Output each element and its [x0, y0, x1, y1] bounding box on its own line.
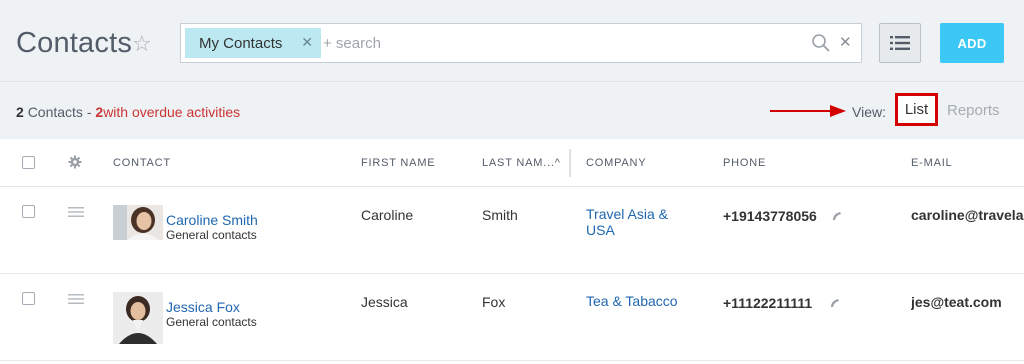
gear-icon[interactable]: [68, 155, 82, 169]
phone-cell[interactable]: +19143778056: [723, 208, 817, 224]
contact-type: General contacts: [166, 315, 257, 329]
table-row[interactable]: Caroline Smith General contacts Caroline…: [0, 187, 1024, 274]
row-menu-icon[interactable]: [68, 294, 84, 304]
last-name-cell: Fox: [482, 294, 506, 310]
column-header-company[interactable]: COMPANY: [586, 157, 646, 169]
email-cell[interactable]: jes@teat.com: [911, 294, 1024, 310]
phone-call-icon[interactable]: [830, 298, 840, 308]
column-header-contact[interactable]: CONTACT: [113, 157, 171, 169]
page-title: Contacts: [16, 27, 133, 59]
table-row[interactable]: Jessica Fox General contacts Jessica Fox…: [0, 274, 1024, 361]
overdue-label[interactable]: with overdue activities: [103, 104, 240, 120]
contact-name-link[interactable]: Caroline Smith: [166, 212, 258, 228]
star-icon[interactable]: ☆: [132, 31, 152, 57]
avatar[interactable]: [113, 205, 163, 240]
phone-cell[interactable]: +11122211111: [723, 295, 812, 311]
first-name-cell: Jessica: [361, 294, 408, 310]
column-header-first-name[interactable]: FIRST NAME: [361, 157, 435, 169]
row-checkbox[interactable]: [22, 292, 35, 305]
view-option-list[interactable]: List: [895, 93, 938, 126]
last-name-cell: Smith: [482, 207, 518, 223]
column-header-email[interactable]: E-MAIL: [911, 157, 952, 169]
column-resize-handle[interactable]: [569, 149, 571, 177]
row-checkbox[interactable]: [22, 205, 35, 218]
contacts-table: CONTACT FIRST NAME LAST NAM...^ COMPANY …: [0, 139, 1024, 364]
avatar[interactable]: [113, 292, 163, 344]
first-name-cell: Caroline: [361, 207, 414, 223]
company-link[interactable]: Travel Asia & USA: [586, 206, 686, 238]
contact-count-label: Contacts -: [27, 104, 92, 120]
search-box[interactable]: My Contacts ✕ ✕: [180, 23, 862, 63]
view-label: View:: [852, 104, 886, 120]
close-icon[interactable]: ✕: [301, 34, 313, 51]
search-input[interactable]: [323, 28, 803, 58]
clear-search-icon[interactable]: ✕: [839, 33, 852, 51]
list-settings-button[interactable]: [879, 23, 921, 63]
column-header-last-name[interactable]: LAST NAM...^: [482, 157, 561, 169]
contact-name-link[interactable]: Jessica Fox: [166, 299, 240, 315]
search-icon[interactable]: [811, 33, 831, 53]
contact-type: General contacts: [166, 228, 257, 242]
column-header-phone[interactable]: PHONE: [723, 157, 766, 169]
phone-call-icon[interactable]: [832, 211, 842, 221]
page-header: Contacts ☆ My Contacts ✕ ✕ ADD: [0, 0, 1024, 82]
table-header: CONTACT FIRST NAME LAST NAM...^ COMPANY …: [0, 139, 1024, 187]
annotation-arrow: [770, 105, 846, 117]
view-option-reports[interactable]: Reports: [947, 102, 1000, 119]
add-button[interactable]: ADD: [940, 23, 1004, 63]
select-all-checkbox[interactable]: [22, 156, 35, 169]
filter-chip-my-contacts[interactable]: My Contacts ✕: [185, 28, 321, 58]
summary-line: 2 Contacts - 2with overdue activities: [16, 104, 240, 120]
contact-count: 2: [16, 104, 24, 120]
company-link[interactable]: Tea & Tabacco: [586, 293, 686, 309]
email-cell[interactable]: caroline@travelas: [911, 207, 1024, 223]
filter-chip-label: My Contacts: [199, 34, 283, 52]
list-icon: [890, 36, 910, 50]
row-menu-icon[interactable]: [68, 207, 84, 217]
